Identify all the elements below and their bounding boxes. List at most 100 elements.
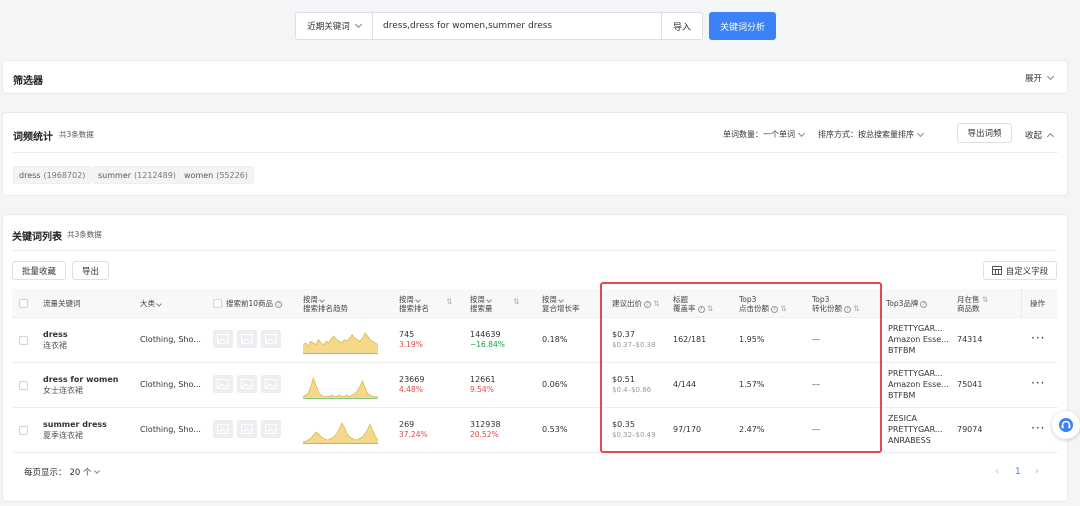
chevron-up-icon [1046,132,1055,141]
volume-value: 12661 [470,375,496,384]
batch-favorite-button[interactable]: 批量收藏 [12,261,66,280]
keyword-input[interactable] [373,13,661,39]
collapse-toggle[interactable]: 收起 [1025,129,1055,141]
prev-page-button[interactable]: ‹ [995,466,999,477]
custom-fields-button[interactable]: 自定义字段 [983,261,1057,280]
more-actions-icon[interactable]: ··· [1031,331,1045,345]
col-brands: Top3品牌? [886,299,928,308]
product-thumbnail[interactable] [237,420,257,438]
trend-sparkline [303,376,378,399]
export-frequency-button[interactable]: 导出词频 [957,123,1012,143]
product-thumbnail[interactable] [237,330,257,348]
rank-change: 37.24% [399,430,428,439]
product-thumbnail[interactable] [261,330,281,348]
support-chat-button[interactable] [1052,411,1080,439]
col-onsale-label-1: 月在售 [957,295,980,304]
brand-1: PRETTYGAR... [888,369,943,378]
rank-change: 4.48% [399,385,423,394]
product-thumbnail[interactable] [237,375,257,393]
export-button[interactable]: 导出 [72,261,109,280]
image-placeholder-icon [217,334,229,344]
keyword-list-count: 共3条数据 [67,230,102,239]
brand-2: PRETTYGAR... [888,425,943,434]
table-icon [991,266,1002,275]
search-bar: 近期关键词 导入 [295,12,703,40]
import-button[interactable]: 导入 [661,13,702,39]
select-all-checkbox[interactable] [19,299,28,308]
chevron-down-icon [797,129,806,137]
keyword-link[interactable]: dress for women [43,375,118,385]
chevron-down-icon [1046,72,1055,81]
row-checkbox[interactable] [19,426,28,435]
col-top10-label: 搜索前10商品 [226,299,274,308]
trend-sparkline [303,422,378,444]
sort-icon[interactable]: ⇅ [980,295,988,304]
keyword-translation: 夏季连衣裙 [43,431,83,440]
next-page-button[interactable]: › [1035,466,1039,477]
rank-value: 23669 [399,375,425,384]
highlight-box [600,282,882,453]
filter-expand-toggle[interactable]: 展开 [1025,72,1055,84]
product-thumbnail[interactable] [213,420,233,438]
expand-label: 展开 [1025,74,1043,84]
brand-1: ZESICA [888,414,918,423]
col-trend-label: 搜索排名趋势 [303,304,348,313]
col-growth[interactable]: 按周 复合增长率 [542,295,580,313]
col-category[interactable]: 大类 [140,299,163,308]
help-icon[interactable]: ? [920,300,928,308]
col-volume[interactable]: 按周 搜索量 [470,295,493,313]
analyze-button[interactable]: 关键词分析 [709,12,776,40]
brand-3: BTFBM [888,346,916,355]
image-placeholder-icon [241,334,253,344]
volume-change: 20.52% [470,430,499,439]
filter-title: 筛选器 [13,76,43,87]
row-checkbox[interactable] [19,336,28,345]
category-cell: Clothing, Sho... [140,425,201,434]
sort-icon[interactable]: ⇅ [513,297,519,306]
col-rank-period: 按周 [399,295,414,304]
search-mode-label: 近期关键词 [307,22,350,32]
word-chip[interactable]: summer (1212489) [92,166,182,184]
more-actions-icon[interactable]: ··· [1031,376,1045,390]
word-chip[interactable]: dress (1968702) [13,166,92,184]
keyword-translation: 连衣裙 [43,341,67,350]
volume-value: 144639 [470,330,501,339]
col-trend[interactable]: 按周 搜索排名趋势 [303,295,348,313]
col-growth-label: 复合增长率 [542,304,580,313]
search-mode-select[interactable]: 近期关键词 [296,13,373,39]
sort-select[interactable]: 排序方式：按总搜索量排序 [818,129,925,140]
brand-2: Amazon Esse... [888,380,949,389]
rank-value: 745 [399,330,415,339]
col-rank[interactable]: 按周 搜索排名 [399,295,429,313]
chevron-down-icon [354,20,362,29]
keyword-link[interactable]: summer dress [43,420,107,430]
product-thumbnail[interactable] [213,330,233,348]
chip-count: (55226) [216,170,248,180]
chevron-down-icon [916,129,925,137]
category-cell: Clothing, Sho... [140,335,201,344]
product-thumbnail[interactable] [213,375,233,393]
sort-label: 排序方式：按总搜索量排序 [818,130,914,139]
page-size-select[interactable]: 每页显示： 20 个 [24,466,100,478]
more-actions-icon[interactable]: ··· [1031,421,1045,435]
sort-icon[interactable]: ⇅ [446,297,452,306]
chevron-down-icon [415,297,422,303]
col-volume-label: 搜索量 [470,304,493,313]
onsale-count: 75041 [957,380,983,389]
word-chip[interactable]: women (55226) [178,166,254,184]
word-count-select[interactable]: 单词数量：一个单词 [723,129,806,140]
custom-fields-label: 自定义字段 [1005,266,1049,277]
volume-value: 312938 [470,420,501,429]
keyword-link[interactable]: dress [43,330,68,340]
help-icon[interactable]: ? [275,300,283,308]
growth-value: 0.53% [542,425,568,434]
image-placeholder-icon [241,424,253,434]
col-onsale[interactable]: 月在售 ⇅ 商品数 [957,295,988,313]
current-page[interactable]: 1 [1015,467,1021,477]
growth-value: 0.06% [542,380,568,389]
product-thumbnail[interactable] [261,375,281,393]
top10-checkbox[interactable] [213,299,222,308]
product-thumbnail[interactable] [261,420,281,438]
row-checkbox[interactable] [19,381,28,390]
image-placeholder-icon [265,334,277,344]
